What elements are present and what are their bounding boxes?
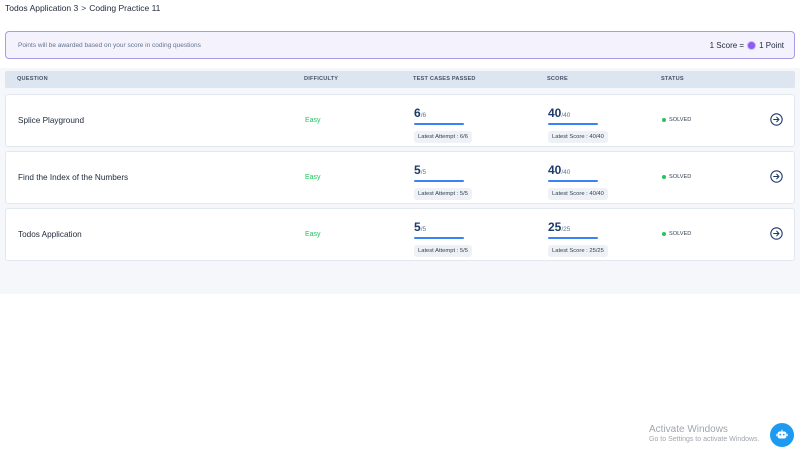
score-value: 40 [548, 106, 562, 120]
score-metric: 25/25 Latest Score : 25/25 [548, 218, 628, 257]
status-badge: SOLVED [662, 231, 691, 237]
points-note: Points will be awarded based on your sco… [18, 41, 201, 49]
arrow-right-circle-icon[interactable] [770, 113, 783, 126]
score-progress-bar [548, 180, 598, 182]
tests-total-value: /5 [420, 169, 427, 176]
score-total-value: /40 [561, 169, 571, 176]
question-row-find-index[interactable]: Find the Index of the Numbers Easy 5/5 L… [5, 151, 795, 204]
score-total-value: /40 [561, 112, 571, 119]
breadcrumb-parent-link[interactable]: Todos Application 3 [5, 3, 78, 13]
test-cases-metric: 5/5 Latest Attempt : 5/5 [414, 161, 494, 200]
header-difficulty: DIFFICULTY [304, 76, 339, 82]
score-value: 40 [548, 163, 562, 177]
header-question: QUESTION [17, 76, 48, 82]
question-title[interactable]: Todos Application [18, 230, 82, 239]
test-cases-metric: 6/6 Latest Attempt : 6/6 [414, 104, 494, 143]
points-rate-left: 1 Score = [709, 40, 745, 50]
table-header: QUESTION DIFFICULTY TEST CASES PASSED SC… [5, 71, 795, 88]
latest-score-pill: Latest Score : 40/40 [548, 188, 608, 200]
status-label: SOLVED [669, 231, 692, 237]
points-info-banner: Points will be awarded based on your sco… [5, 31, 795, 59]
breadcrumb: Todos Application 3 > Coding Practice 11 [5, 2, 160, 14]
status-label: SOLVED [669, 117, 692, 123]
latest-attempt-pill: Latest Attempt : 5/5 [414, 245, 472, 257]
latest-score-pill: Latest Score : 25/25 [548, 245, 608, 257]
score-metric: 40/40 Latest Score : 40/40 [548, 104, 628, 143]
score-value: 25 [548, 220, 562, 234]
score-total-value: /25 [561, 226, 571, 233]
arrow-right-circle-icon[interactable] [770, 227, 783, 240]
tests-progress-bar [414, 180, 464, 182]
watermark-title: Activate Windows [649, 424, 728, 435]
points-rate: 1 Score = 1 Point [709, 40, 784, 50]
tests-total-value: /6 [420, 112, 427, 119]
test-cases-metric: 5/5 Latest Attempt : 5/5 [414, 218, 494, 257]
status-dot-icon [662, 118, 666, 122]
latest-attempt-pill: Latest Attempt : 6/6 [414, 131, 472, 143]
score-progress-bar [548, 237, 598, 239]
status-label: SOLVED [669, 174, 692, 180]
status-badge: SOLVED [662, 117, 691, 123]
status-dot-icon [662, 175, 666, 179]
tests-passed-value: 5 [414, 220, 421, 234]
score-metric: 40/40 Latest Score : 40/40 [548, 161, 628, 200]
question-title[interactable]: Splice Playground [18, 116, 84, 125]
questions-panel: QUESTION DIFFICULTY TEST CASES PASSED SC… [0, 68, 800, 294]
points-rate-right: 1 Point [759, 40, 784, 50]
question-row-todos-application[interactable]: Todos Application Easy 5/5 Latest Attemp… [5, 208, 795, 261]
breadcrumb-separator: > [81, 3, 87, 13]
arrow-right-circle-icon[interactable] [770, 170, 783, 183]
question-title[interactable]: Find the Index of the Numbers [18, 173, 128, 182]
latest-attempt-pill: Latest Attempt : 5/5 [414, 188, 472, 200]
status-badge: SOLVED [662, 174, 691, 180]
header-score: SCORE [547, 76, 568, 82]
difficulty-badge: Easy [305, 174, 321, 181]
header-tests: TEST CASES PASSED [413, 76, 476, 82]
chat-support-button[interactable] [770, 423, 794, 447]
tests-progress-bar [414, 237, 464, 239]
windows-activation-watermark: Activate Windows Go to Settings to activ… [649, 424, 760, 443]
tests-total-value: /5 [420, 226, 427, 233]
status-dot-icon [662, 232, 666, 236]
header-status: STATUS [661, 76, 684, 82]
tests-passed-value: 5 [414, 163, 421, 177]
question-row-splice-playground[interactable]: Splice Playground Easy 6/6 Latest Attemp… [5, 94, 795, 147]
tests-passed-value: 6 [414, 106, 421, 120]
score-progress-bar [548, 123, 598, 125]
difficulty-badge: Easy [305, 117, 321, 124]
chatbot-icon [776, 429, 788, 439]
coin-icon [747, 40, 757, 50]
breadcrumb-current: Coding Practice 11 [89, 3, 161, 13]
latest-score-pill: Latest Score : 40/40 [548, 131, 608, 143]
difficulty-badge: Easy [305, 231, 321, 238]
tests-progress-bar [414, 123, 464, 125]
watermark-subtitle: Go to Settings to activate Windows. [649, 436, 760, 443]
